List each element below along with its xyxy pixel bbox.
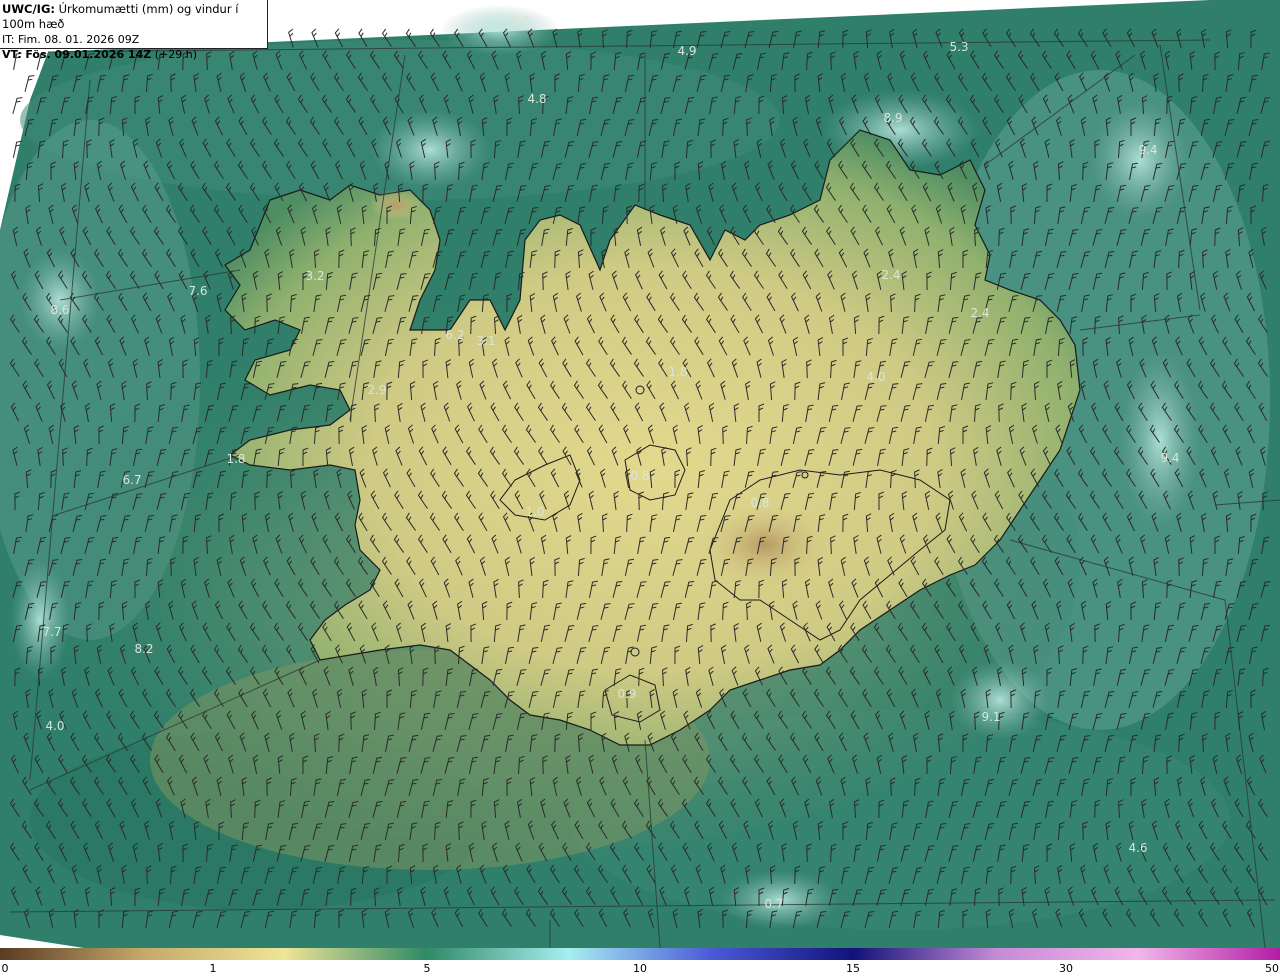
value-label: 0.8 [750, 496, 770, 510]
init-prefix: IT: [2, 33, 15, 46]
value-label: 9.1 [981, 710, 1001, 724]
colorbar-tick: 5 [423, 962, 431, 975]
title-line: UWC/IG: Úrkomumætti (mm) og vindur í 100… [2, 2, 267, 32]
valid-time: Fös. 09.01.2026 14Z [25, 48, 152, 61]
value-label: 3.1 [476, 334, 496, 348]
valid-prefix: VT: [2, 48, 22, 61]
value-label: 3.2 [305, 269, 325, 283]
glacier-shading [695, 500, 835, 590]
init-time: Fim. 08. 01. 2026 09Z [17, 33, 140, 46]
value-label: 0.8 [630, 469, 650, 483]
colorbar-tick: 50 [1265, 962, 1279, 975]
value-label: 8.0 [510, 14, 530, 28]
value-label: 0.9 [617, 687, 637, 701]
value-label: 2.4 [970, 306, 990, 320]
wind-barb [12, 97, 23, 114]
value-label: 4.8 [527, 92, 547, 106]
value-label: 9.4 [1160, 451, 1180, 465]
value-label: 9.4 [1138, 143, 1158, 157]
cyan-cell [370, 110, 490, 190]
value-label: 2.9 [367, 383, 387, 397]
title-panel: UWC/IG: Úrkomumætti (mm) og vindur í 100… [0, 0, 268, 61]
colorbar [0, 948, 1280, 960]
value-label: 4.6 [1128, 841, 1148, 855]
colorbar-tick: 0 [1, 962, 9, 975]
colorbar-tick: 1 [209, 962, 217, 975]
value-label: 6.2 [445, 328, 465, 342]
colorbar-tick: 15 [846, 962, 860, 975]
value-label: 8.2 [134, 642, 154, 656]
value-label: 1.0 [525, 505, 545, 519]
value-label: 5.3 [949, 40, 969, 54]
value-label: 0.7 [764, 897, 784, 911]
value-label: 8.9 [883, 111, 903, 125]
wind-barb [24, 75, 35, 92]
value-label: 8.6 [50, 303, 70, 317]
colorbar-tick: 30 [1059, 962, 1073, 975]
cyan-cell [1120, 350, 1200, 530]
value-label: 7.7 [42, 625, 62, 639]
init-time-line: IT: Fim. 08. 01. 2026 09Z [2, 32, 267, 47]
value-label: 4.0 [45, 719, 65, 733]
value-label: 4.9 [677, 44, 697, 58]
value-label: 2.4 [881, 268, 901, 282]
colorbar-tick: 10 [633, 962, 647, 975]
valid-offset: (+29 h) [154, 48, 197, 61]
value-label: 7.6 [188, 284, 208, 298]
cyan-cell [1090, 100, 1190, 220]
glacier-shading [370, 190, 420, 220]
value-label: 4.0 [866, 370, 886, 384]
value-label: 1.8 [668, 365, 688, 379]
forecast-map: 8.0 4.9 5.3 4.8 8.9 9.4 3.2 7.6 8.6 2.4 2.4 6.2 3.1 4… [0, 0, 1280, 948]
colorbar-gradient [0, 948, 1280, 960]
value-label: 1.8 [226, 452, 246, 466]
model-name: UWC/IG: [2, 2, 55, 16]
value-label: 6.7 [122, 473, 142, 487]
valid-time-line: VT: Fös. 09.01.2026 14Z (+29 h) [2, 47, 267, 62]
